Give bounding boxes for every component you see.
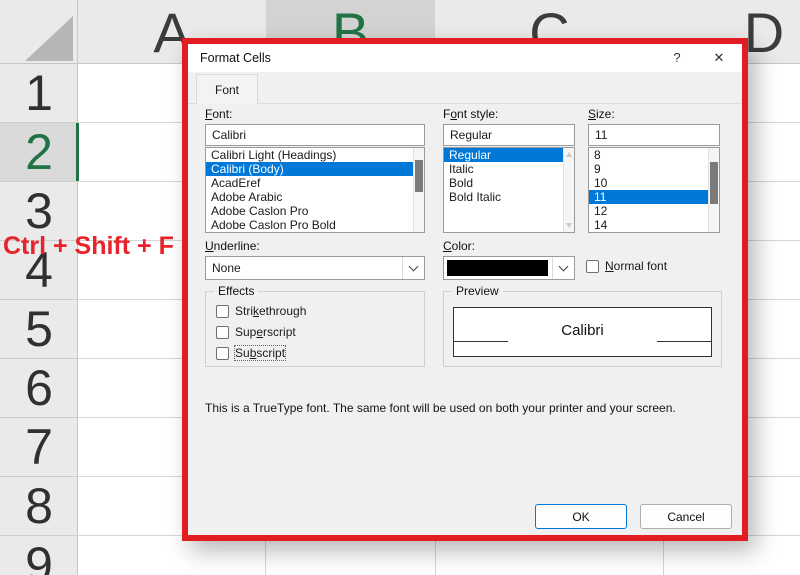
size-list[interactable]: 8 9 10 11 12 14 (588, 147, 720, 233)
effects-group: Effects Strikethrough Superscript Subscr… (205, 284, 425, 367)
select-all-triangle-icon (25, 16, 73, 61)
font-list[interactable]: Calibri Light (Headings) Calibri (Body) … (205, 147, 425, 233)
list-item[interactable]: 12 (589, 204, 719, 218)
chevron-down-icon (558, 261, 569, 272)
list-item-selected[interactable]: Regular (444, 148, 574, 162)
subscript-checkbox[interactable] (216, 346, 229, 360)
scrollbar-thumb[interactable] (415, 160, 423, 192)
effects-group-title: Effects (214, 284, 259, 298)
list-item[interactable]: Bold Italic (444, 190, 574, 204)
dialog-titlebar[interactable]: Format Cells ? ✕ (188, 44, 742, 72)
row-header-5[interactable]: 5 (0, 300, 78, 359)
size-input[interactable]: 11 (588, 124, 720, 146)
list-item[interactable]: 9 (589, 162, 719, 176)
list-item-selected[interactable]: 11 (589, 190, 719, 204)
dialog-title: Format Cells (200, 51, 271, 65)
size-label: Size: (588, 107, 615, 121)
superscript-label: Superscript (235, 325, 296, 339)
font-style-label: Font style: (443, 107, 499, 121)
underline-dropdown[interactable]: None (205, 256, 425, 280)
list-item[interactable]: 14 (589, 218, 719, 232)
strikethrough-label: Strikethrough (235, 304, 307, 318)
list-item[interactable]: Bold (444, 176, 574, 190)
row-header-strip: 1 2 3 4 5 6 7 8 9 (0, 64, 79, 575)
cancel-button[interactable]: Cancel (640, 504, 732, 529)
row-header-2[interactable]: 2 (0, 123, 79, 182)
format-cells-dialog: Format Cells ? ✕ Font Font: Calibri Cali… (188, 44, 742, 535)
dialog-tabstrip: Font (188, 72, 742, 104)
superscript-row[interactable]: Superscript (216, 325, 296, 339)
color-label: Color: (443, 239, 476, 253)
font-input[interactable]: Calibri (205, 124, 425, 146)
font-style-input[interactable]: Regular (443, 124, 575, 146)
underline-value: None (212, 261, 241, 275)
help-button[interactable]: ? (668, 49, 686, 67)
normal-font-checkbox[interactable] (586, 259, 599, 273)
preview-box: Calibri (453, 307, 712, 357)
preview-group-title: Preview (452, 284, 503, 298)
list-item[interactable]: AcadEref (206, 176, 424, 190)
shortcut-annotation: Ctrl + Shift + F (3, 232, 174, 260)
list-item[interactable]: 10 (589, 176, 719, 190)
preview-group: Preview Calibri (443, 284, 722, 367)
superscript-checkbox[interactable] (216, 325, 229, 339)
preview-baseline-right (657, 341, 711, 342)
subscript-label: Subscript (233, 345, 287, 361)
annotation-red-border: Format Cells ? ✕ Font Font: Calibri Cali… (182, 38, 748, 541)
row-header-9[interactable]: 9 (0, 536, 78, 575)
strikethrough-checkbox[interactable] (216, 304, 229, 318)
select-all-cell[interactable] (0, 0, 78, 64)
normal-font-label: Normal font (605, 259, 668, 273)
list-item[interactable]: Italic (444, 162, 574, 176)
ok-button[interactable]: OK (535, 504, 627, 529)
dropdown-chevron-zone (552, 257, 574, 279)
color-swatch (447, 260, 548, 276)
scrollbar-thumb[interactable] (710, 162, 718, 204)
font-style-list[interactable]: Regular Italic Bold Bold Italic (443, 147, 575, 233)
list-item[interactable]: Calibri Light (Headings) (206, 148, 424, 162)
normal-font-checkbox-row[interactable]: Normal font (586, 259, 667, 273)
row-header-6[interactable]: 6 (0, 359, 78, 418)
row-header-8[interactable]: 8 (0, 477, 78, 536)
list-item-selected[interactable]: Calibri (Body) (206, 162, 424, 176)
scroll-up-icon[interactable] (566, 152, 572, 157)
scroll-down-icon[interactable] (566, 223, 572, 228)
preview-baseline-left (454, 341, 508, 342)
strikethrough-row[interactable]: Strikethrough (216, 304, 306, 318)
list-item[interactable]: Adobe Caslon Pro (206, 204, 424, 218)
size-list-scrollbar[interactable] (708, 148, 719, 232)
row-header-7[interactable]: 7 (0, 418, 78, 477)
row-header-1[interactable]: 1 (0, 64, 78, 123)
font-style-list-scrollbar[interactable] (563, 148, 574, 232)
close-icon[interactable]: ✕ (710, 49, 728, 67)
dropdown-chevron-zone (402, 257, 424, 279)
list-item[interactable]: 8 (589, 148, 719, 162)
truetype-description: This is a TrueType font. The same font w… (205, 401, 676, 415)
preview-sample-text: Calibri (561, 322, 604, 339)
color-dropdown[interactable] (443, 256, 575, 280)
font-list-scrollbar[interactable] (413, 148, 424, 232)
chevron-down-icon (408, 261, 419, 272)
tab-font[interactable]: Font (196, 74, 258, 104)
subscript-row[interactable]: Subscript (216, 345, 287, 361)
list-item[interactable]: Adobe Arabic (206, 190, 424, 204)
underline-label: Underline: (205, 239, 260, 253)
font-label: Font: (205, 107, 233, 121)
list-item[interactable]: Adobe Caslon Pro Bold (206, 218, 424, 232)
